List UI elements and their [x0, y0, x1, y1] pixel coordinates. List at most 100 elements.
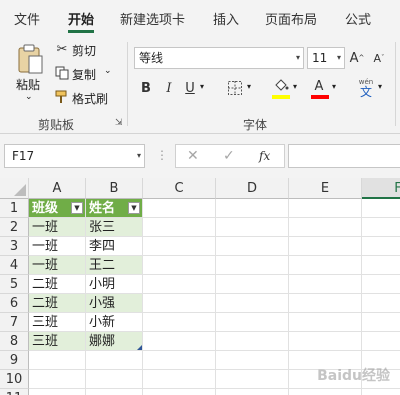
- cell[interactable]: [289, 389, 362, 395]
- cell[interactable]: [143, 218, 216, 237]
- cell[interactable]: [86, 389, 143, 395]
- enter-icon[interactable]: ✓: [223, 146, 235, 166]
- filter-dropdown-icon[interactable]: ▼: [128, 202, 140, 214]
- borders-icon[interactable]: [226, 80, 244, 96]
- cell[interactable]: [289, 237, 362, 256]
- name-box-dropdown-icon[interactable]: ▾: [137, 145, 141, 167]
- table-cell[interactable]: 二班: [29, 275, 86, 294]
- cell[interactable]: [86, 351, 143, 370]
- cell[interactable]: [362, 389, 400, 395]
- table-cell[interactable]: 一班: [29, 256, 86, 275]
- table-cell[interactable]: 一班: [29, 218, 86, 237]
- column-header-f[interactable]: F: [362, 178, 400, 199]
- tab-file[interactable]: 文件: [14, 9, 40, 28]
- row-header[interactable]: 4: [0, 256, 29, 275]
- cut-button[interactable]: 剪切: [72, 42, 96, 59]
- tab-formulas[interactable]: 公式: [345, 9, 371, 28]
- cancel-icon[interactable]: ✕: [187, 146, 199, 166]
- worksheet-grid[interactable]: A B C D E F 1 班级 ▼ 姓名 ▼ 2 一班 张三 3 一班 李四 4 …: [0, 178, 400, 395]
- row-header[interactable]: 8: [0, 332, 29, 351]
- table-cell[interactable]: 三班: [29, 332, 86, 351]
- cell[interactable]: [216, 199, 289, 218]
- table-cell[interactable]: 王二: [86, 256, 143, 275]
- row-header[interactable]: 3: [0, 237, 29, 256]
- cell[interactable]: [143, 237, 216, 256]
- table-cell[interactable]: 娜娜: [86, 332, 143, 351]
- borders-dropdown-icon[interactable]: ▾: [247, 82, 251, 91]
- cell[interactable]: [29, 389, 86, 395]
- cell[interactable]: [143, 370, 216, 389]
- cell[interactable]: [216, 389, 289, 395]
- row-header[interactable]: 2: [0, 218, 29, 237]
- cell[interactable]: [216, 370, 289, 389]
- cell[interactable]: [143, 389, 216, 395]
- cell[interactable]: [216, 313, 289, 332]
- bold-button[interactable]: B: [138, 79, 154, 97]
- paste-button[interactable]: 粘贴: [16, 76, 40, 93]
- cell[interactable]: [289, 332, 362, 351]
- select-all-corner[interactable]: [0, 178, 29, 199]
- shrink-font-icon[interactable]: Aˇ: [370, 49, 388, 67]
- font-size-dropdown-icon[interactable]: ▾: [337, 48, 341, 68]
- cell[interactable]: [216, 351, 289, 370]
- copy-button[interactable]: 复制: [72, 66, 96, 83]
- column-header-a[interactable]: A: [29, 178, 86, 199]
- cell[interactable]: [289, 256, 362, 275]
- row-header[interactable]: 7: [0, 313, 29, 332]
- cell[interactable]: [29, 351, 86, 370]
- column-header-c[interactable]: C: [143, 178, 216, 199]
- underline-dropdown-icon[interactable]: ▾: [200, 82, 204, 91]
- font-color-button[interactable]: A: [311, 78, 327, 94]
- paste-dropdown-icon[interactable]: ⌄: [25, 92, 33, 102]
- cell[interactable]: [143, 275, 216, 294]
- table-cell[interactable]: 一班: [29, 237, 86, 256]
- cell[interactable]: [362, 218, 400, 237]
- underline-button[interactable]: U: [183, 79, 197, 97]
- cell[interactable]: [362, 275, 400, 294]
- cell[interactable]: [143, 256, 216, 275]
- cell[interactable]: [362, 237, 400, 256]
- copy-dropdown-icon[interactable]: ⌄: [104, 66, 112, 76]
- table-cell[interactable]: 二班: [29, 294, 86, 313]
- cell[interactable]: [289, 294, 362, 313]
- cell[interactable]: [216, 275, 289, 294]
- cell[interactable]: [143, 199, 216, 218]
- table-cell[interactable]: 张三: [86, 218, 143, 237]
- row-header[interactable]: 5: [0, 275, 29, 294]
- table-resize-handle-icon[interactable]: [137, 345, 142, 350]
- cell[interactable]: [362, 256, 400, 275]
- tab-new-tab[interactable]: 新建选项卡: [120, 9, 185, 28]
- cell[interactable]: [289, 313, 362, 332]
- grow-font-icon[interactable]: A ^: [348, 49, 366, 67]
- table-cell[interactable]: 李四: [86, 237, 143, 256]
- font-size-box[interactable]: 11 ▾: [307, 47, 345, 69]
- row-header[interactable]: 9: [0, 351, 29, 370]
- column-header-e[interactable]: E: [289, 178, 362, 199]
- table-cell[interactable]: 小明: [86, 275, 143, 294]
- cell[interactable]: [216, 237, 289, 256]
- table-cell[interactable]: 三班: [29, 313, 86, 332]
- cell[interactable]: [362, 313, 400, 332]
- tab-insert[interactable]: 插入: [213, 9, 239, 28]
- cell[interactable]: [289, 218, 362, 237]
- row-header[interactable]: 11: [0, 389, 29, 395]
- fill-color-icon[interactable]: [272, 78, 290, 94]
- column-header-d[interactable]: D: [216, 178, 289, 199]
- name-box[interactable]: F17 ▾: [4, 144, 145, 168]
- cell[interactable]: [29, 370, 86, 389]
- row-header[interactable]: 6: [0, 294, 29, 313]
- insert-function-button[interactable]: fx: [259, 146, 270, 166]
- phonetic-dropdown-icon[interactable]: ▾: [378, 82, 382, 91]
- font-color-dropdown-icon[interactable]: ▾: [332, 82, 336, 91]
- column-header-b[interactable]: B: [86, 178, 143, 199]
- format-painter-button[interactable]: 格式刷: [72, 90, 108, 107]
- cell[interactable]: [143, 313, 216, 332]
- cell[interactable]: [143, 351, 216, 370]
- cell[interactable]: [289, 275, 362, 294]
- italic-button[interactable]: I: [161, 79, 177, 97]
- table-cell[interactable]: 小强: [86, 294, 143, 313]
- table-header-cell[interactable]: 姓名 ▼: [86, 199, 143, 218]
- font-name-dropdown-icon[interactable]: ▾: [296, 48, 300, 68]
- cell[interactable]: [362, 199, 400, 218]
- filter-dropdown-icon[interactable]: ▼: [71, 202, 83, 214]
